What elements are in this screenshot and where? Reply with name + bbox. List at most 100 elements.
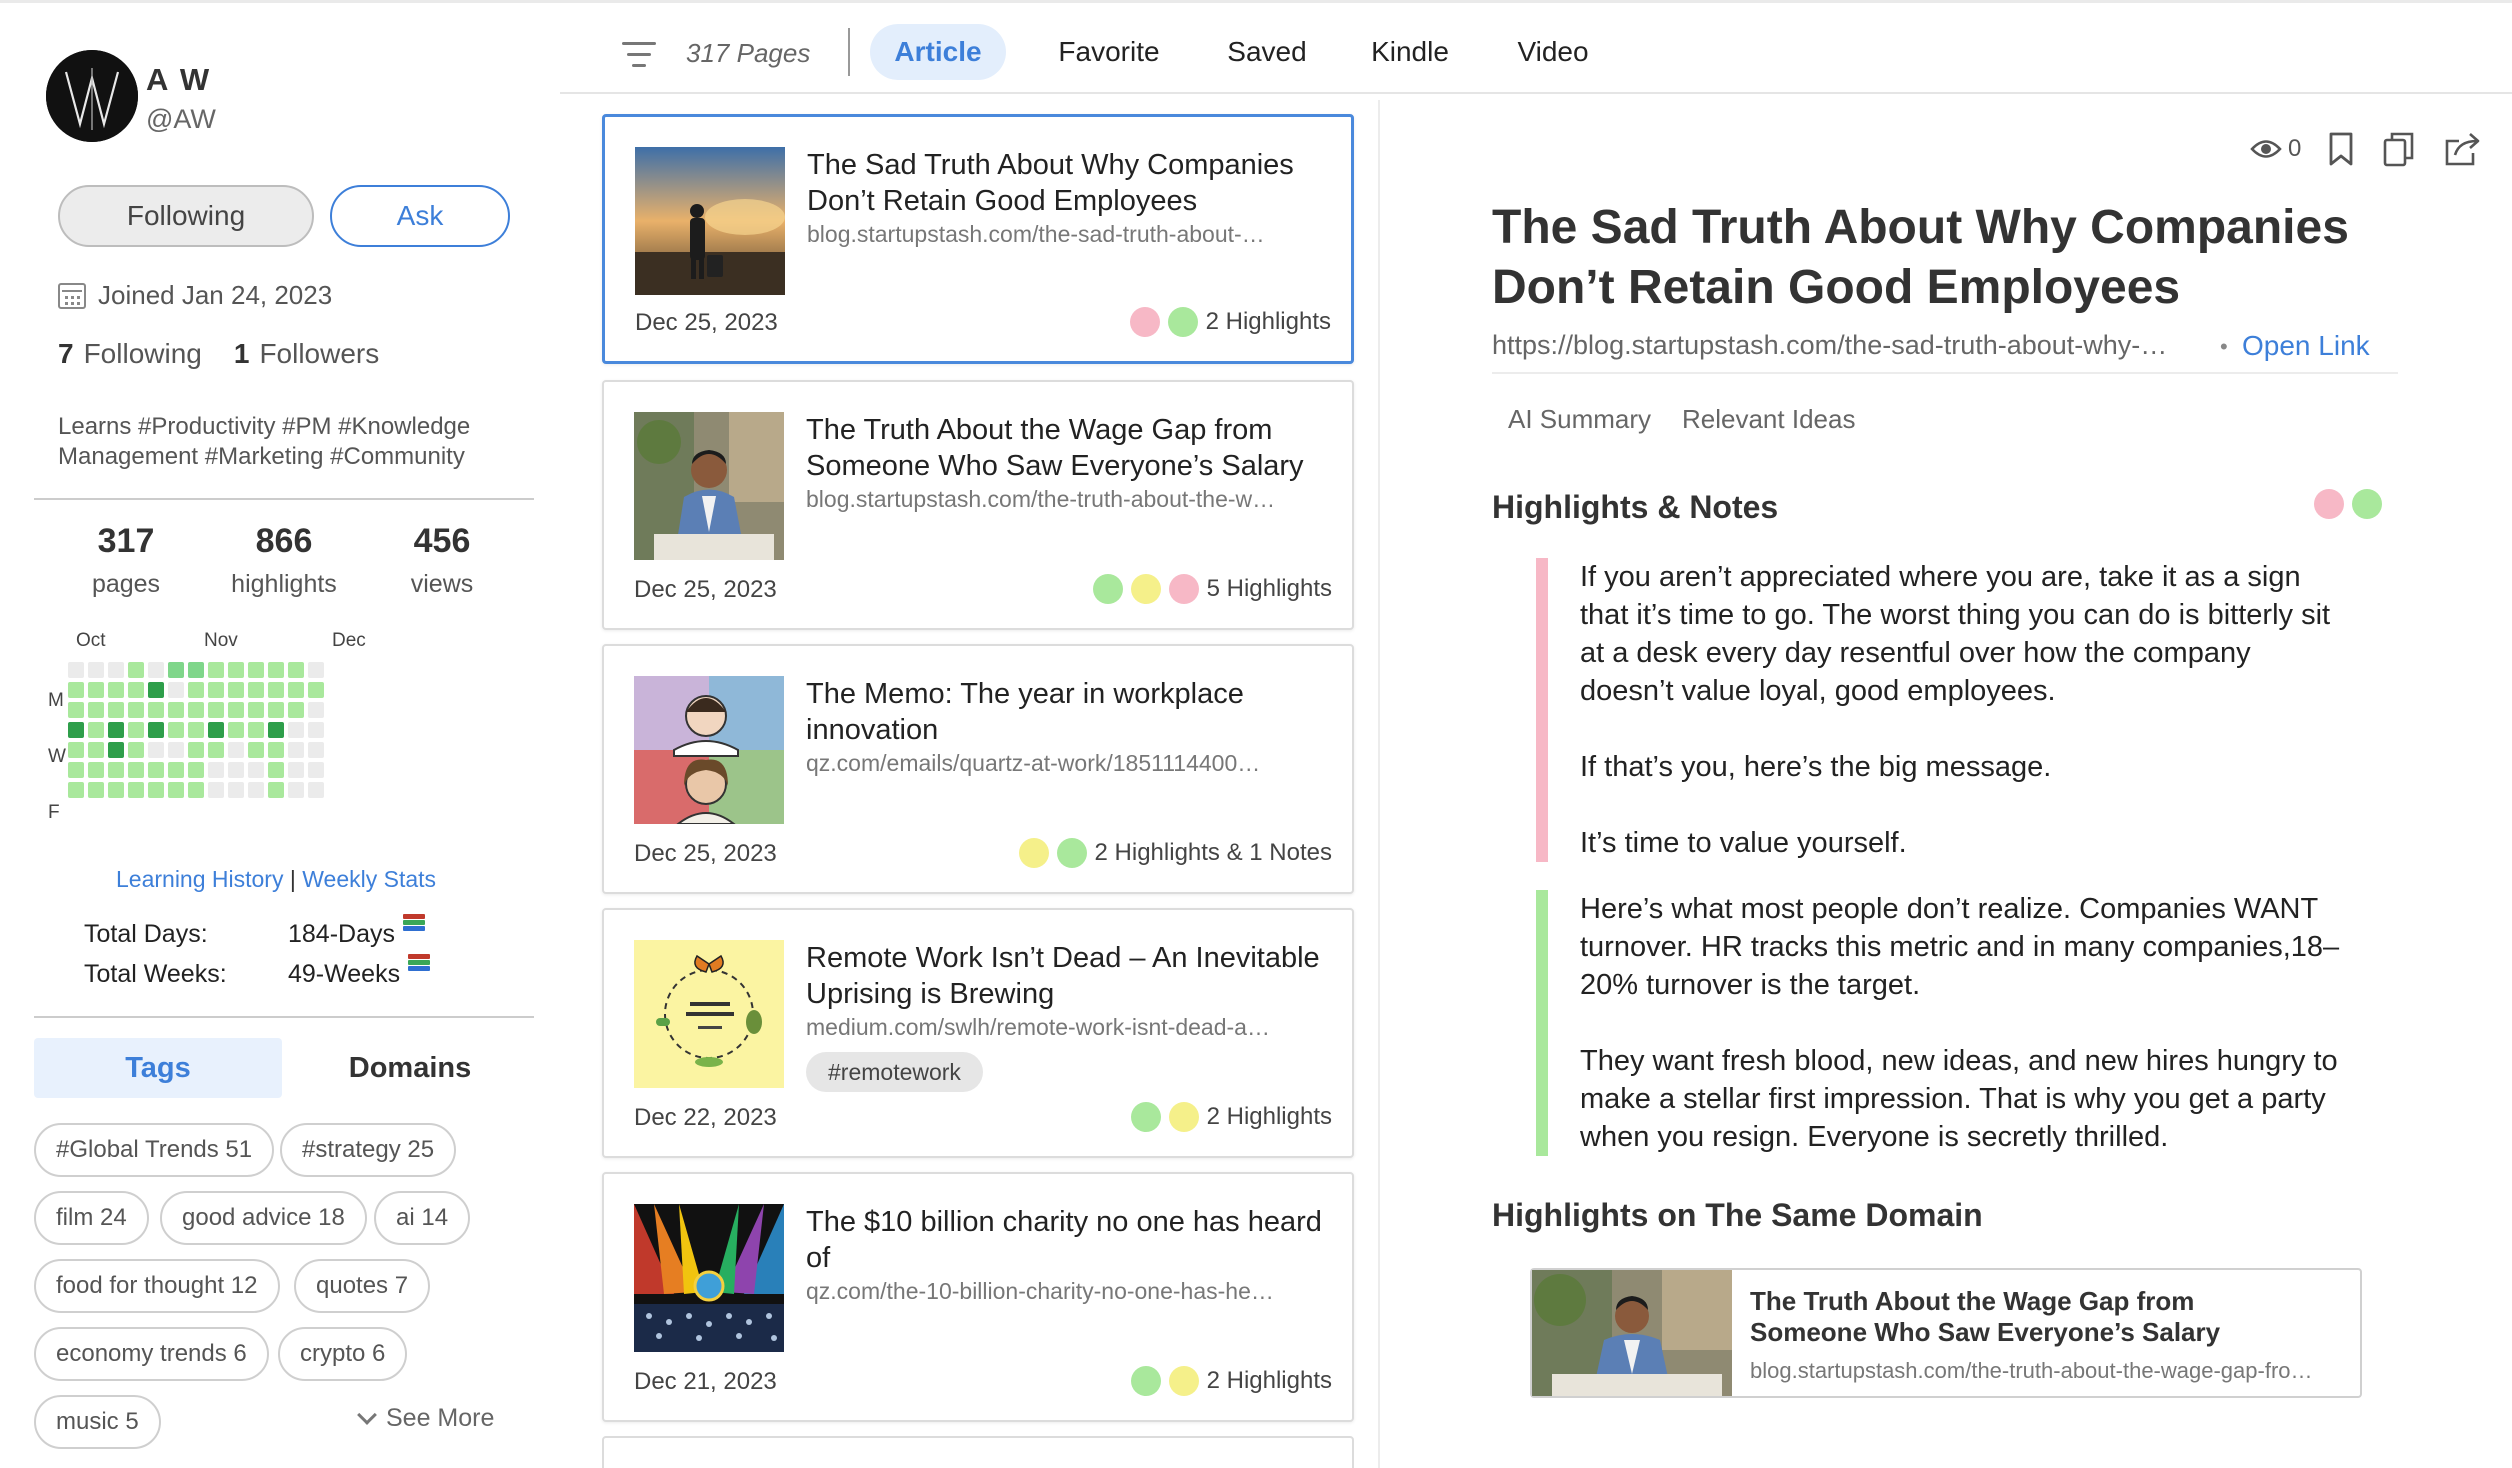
heatmap-cell[interactable] bbox=[228, 742, 244, 758]
heatmap-cell[interactable] bbox=[88, 702, 104, 718]
bookmark-icon[interactable] bbox=[2327, 131, 2355, 167]
heatmap-cell[interactable] bbox=[268, 682, 284, 698]
followers-stat[interactable]: 1 Followers bbox=[234, 338, 379, 370]
heatmap-cell[interactable] bbox=[108, 782, 124, 798]
heatmap-cell[interactable] bbox=[148, 742, 164, 758]
heatmap-cell[interactable] bbox=[188, 742, 204, 758]
heatmap-cell[interactable] bbox=[188, 782, 204, 798]
heatmap-cell[interactable] bbox=[108, 682, 124, 698]
tag-chip[interactable]: food for thought 12 bbox=[34, 1259, 280, 1313]
article-card[interactable] bbox=[602, 1436, 1354, 1468]
heatmap-cell[interactable] bbox=[108, 762, 124, 778]
tab-saved[interactable]: Saved bbox=[1200, 24, 1334, 80]
heatmap-cell[interactable] bbox=[228, 762, 244, 778]
heatmap-cell[interactable] bbox=[88, 782, 104, 798]
tag-chip[interactable]: crypto 6 bbox=[278, 1327, 408, 1381]
heatmap-cell[interactable] bbox=[88, 742, 104, 758]
article-tag[interactable]: #remotework bbox=[806, 1052, 983, 1092]
heatmap-cell[interactable] bbox=[228, 702, 244, 718]
heatmap-cell[interactable] bbox=[288, 722, 304, 738]
open-link[interactable]: Open Link bbox=[2242, 330, 2370, 362]
share-icon[interactable] bbox=[2443, 131, 2483, 167]
heatmap-cell[interactable] bbox=[128, 742, 144, 758]
heatmap-cell[interactable] bbox=[208, 722, 224, 738]
heatmap-cell[interactable] bbox=[128, 682, 144, 698]
tab-video[interactable]: Video bbox=[1488, 24, 1618, 80]
heatmap-cell[interactable] bbox=[128, 662, 144, 678]
heatmap-cell[interactable] bbox=[68, 662, 84, 678]
heatmap-cell[interactable] bbox=[308, 702, 324, 718]
heatmap-cell[interactable] bbox=[128, 762, 144, 778]
heatmap-cell[interactable] bbox=[68, 762, 84, 778]
article-title[interactable]: The Sad Truth About Why Companies Don’t … bbox=[807, 147, 1337, 219]
heatmap-cell[interactable] bbox=[148, 702, 164, 718]
heatmap-cell[interactable] bbox=[128, 722, 144, 738]
article-card[interactable]: The Sad Truth About Why Companies Don’t … bbox=[602, 114, 1354, 364]
tag-chip[interactable]: economy trends 6 bbox=[34, 1327, 269, 1381]
heatmap-cell[interactable] bbox=[288, 762, 304, 778]
heatmap-cell[interactable] bbox=[248, 702, 264, 718]
heatmap-cell[interactable] bbox=[188, 762, 204, 778]
heatmap-cell[interactable] bbox=[168, 662, 184, 678]
heatmap-cell[interactable] bbox=[248, 682, 264, 698]
article-title[interactable]: The Memo: The year in workplace innovati… bbox=[806, 676, 1336, 748]
heatmap-cell[interactable] bbox=[168, 742, 184, 758]
heatmap-cell[interactable] bbox=[68, 782, 84, 798]
heatmap-cell[interactable] bbox=[168, 702, 184, 718]
heatmap-cell[interactable] bbox=[228, 782, 244, 798]
highlight-color-dot[interactable] bbox=[2314, 489, 2344, 519]
heatmap-cell[interactable] bbox=[148, 782, 164, 798]
heatmap-cell[interactable] bbox=[188, 702, 204, 718]
heatmap-cell[interactable] bbox=[108, 702, 124, 718]
heatmap-cell[interactable] bbox=[168, 722, 184, 738]
filter-icon[interactable] bbox=[622, 42, 656, 68]
heatmap-cell[interactable] bbox=[188, 722, 204, 738]
heatmap-cell[interactable] bbox=[288, 782, 304, 798]
heatmap-cell[interactable] bbox=[88, 662, 104, 678]
heatmap-cell[interactable] bbox=[228, 662, 244, 678]
heatmap-cell[interactable] bbox=[268, 662, 284, 678]
heatmap-cell[interactable] bbox=[68, 702, 84, 718]
highlight-block[interactable]: If you aren’t appreciated where you are,… bbox=[1536, 558, 2340, 862]
see-more-button[interactable]: See More bbox=[357, 1404, 494, 1433]
heatmap-cell[interactable] bbox=[288, 662, 304, 678]
heatmap-cell[interactable] bbox=[268, 782, 284, 798]
heatmap-cell[interactable] bbox=[248, 762, 264, 778]
tab-ai-summary[interactable]: AI Summary bbox=[1508, 404, 1651, 435]
heatmap-cell[interactable] bbox=[128, 782, 144, 798]
heatmap-cell[interactable] bbox=[108, 742, 124, 758]
heatmap-cell[interactable] bbox=[88, 722, 104, 738]
heatmap-cell[interactable] bbox=[128, 702, 144, 718]
heatmap-cell[interactable] bbox=[148, 682, 164, 698]
heatmap-cell[interactable] bbox=[148, 662, 164, 678]
heatmap-cell[interactable] bbox=[248, 662, 264, 678]
tag-chip[interactable]: film 24 bbox=[34, 1191, 149, 1245]
heatmap-cell[interactable] bbox=[148, 722, 164, 738]
heatmap-cell[interactable] bbox=[228, 682, 244, 698]
learning-history-link[interactable]: Learning History bbox=[116, 866, 283, 892]
heatmap-cell[interactable] bbox=[268, 762, 284, 778]
article-title[interactable]: The $10 billion charity no one has heard… bbox=[806, 1204, 1336, 1276]
tab-kindle[interactable]: Kindle bbox=[1344, 24, 1476, 80]
tab-favorite[interactable]: Favorite bbox=[1036, 24, 1182, 80]
heatmap-cell[interactable] bbox=[68, 742, 84, 758]
heatmap-cell[interactable] bbox=[168, 782, 184, 798]
article-card[interactable]: The Truth About the Wage Gap from Someon… bbox=[602, 380, 1354, 630]
heatmap-cell[interactable] bbox=[248, 742, 264, 758]
heatmap-cell[interactable] bbox=[208, 682, 224, 698]
heatmap-cell[interactable] bbox=[88, 762, 104, 778]
avatar[interactable] bbox=[46, 50, 138, 142]
tab-tags[interactable]: Tags bbox=[34, 1038, 282, 1098]
heatmap-cell[interactable] bbox=[308, 742, 324, 758]
tag-chip[interactable]: #strategy 25 bbox=[280, 1123, 457, 1177]
heatmap-cell[interactable] bbox=[268, 722, 284, 738]
heatmap-cell[interactable] bbox=[88, 682, 104, 698]
heatmap-cell[interactable] bbox=[148, 762, 164, 778]
tag-chip[interactable]: music 5 bbox=[34, 1395, 161, 1449]
heatmap-cell[interactable] bbox=[68, 722, 84, 738]
heatmap-cell[interactable] bbox=[288, 742, 304, 758]
highlight-block[interactable]: Here’s what most people don’t realize. C… bbox=[1536, 890, 2340, 1156]
tag-chip[interactable]: quotes 7 bbox=[294, 1259, 431, 1313]
article-card[interactable]: Remote Work Isn’t Dead – An Inevitable U… bbox=[602, 908, 1354, 1158]
heatmap-cell[interactable] bbox=[168, 682, 184, 698]
